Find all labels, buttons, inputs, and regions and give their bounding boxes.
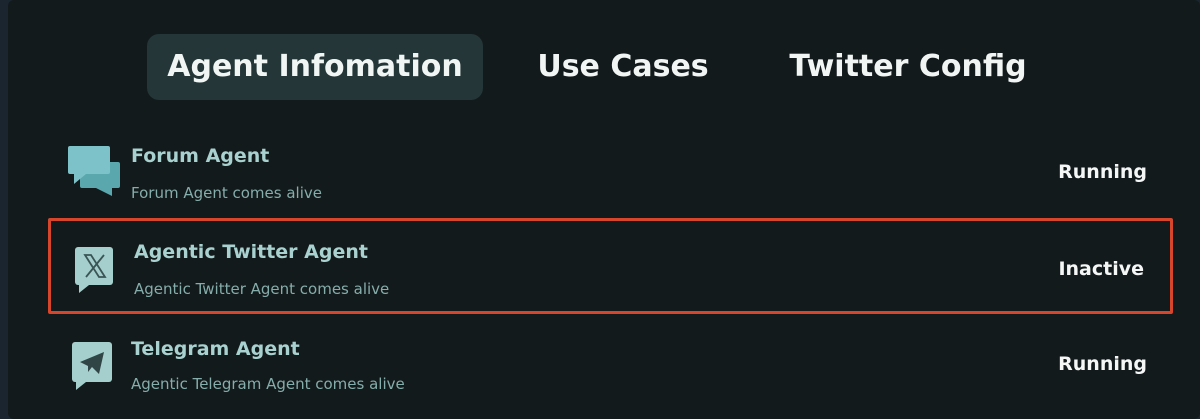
agent-row-twitter[interactable]: Agentic Twitter Agent Agentic Twitter Ag…: [48, 218, 1173, 314]
agent-subtitle: Agentic Telegram Agent comes alive: [131, 375, 405, 393]
agent-subtitle: Forum Agent comes alive: [131, 184, 322, 202]
agent-title: Forum Agent: [131, 145, 270, 167]
agent-panel: Agent Infomation Use Cases Twitter Confi…: [8, 0, 1200, 419]
chat-bubbles-icon: [68, 146, 120, 196]
agent-status: Inactive: [1058, 258, 1144, 280]
tab-use-cases[interactable]: Use Cases: [513, 34, 733, 100]
telegram-icon: [72, 342, 112, 390]
agent-status: Running: [1058, 353, 1147, 375]
agent-row-forum[interactable]: Forum Agent Forum Agent comes alive Runn…: [48, 128, 1173, 224]
agent-status: Running: [1058, 161, 1147, 183]
x-logo-icon: [75, 247, 113, 293]
agent-subtitle: Agentic Twitter Agent comes alive: [134, 280, 390, 298]
agent-title: Agentic Twitter Agent: [134, 241, 368, 263]
tab-agent-information[interactable]: Agent Infomation: [147, 34, 483, 100]
tab-twitter-config[interactable]: Twitter Config: [763, 34, 1053, 100]
agent-title: Telegram Agent: [131, 338, 300, 360]
tab-bar: Agent Infomation Use Cases Twitter Confi…: [8, 34, 1200, 100]
agent-row-telegram[interactable]: Telegram Agent Agentic Telegram Agent co…: [48, 320, 1173, 416]
